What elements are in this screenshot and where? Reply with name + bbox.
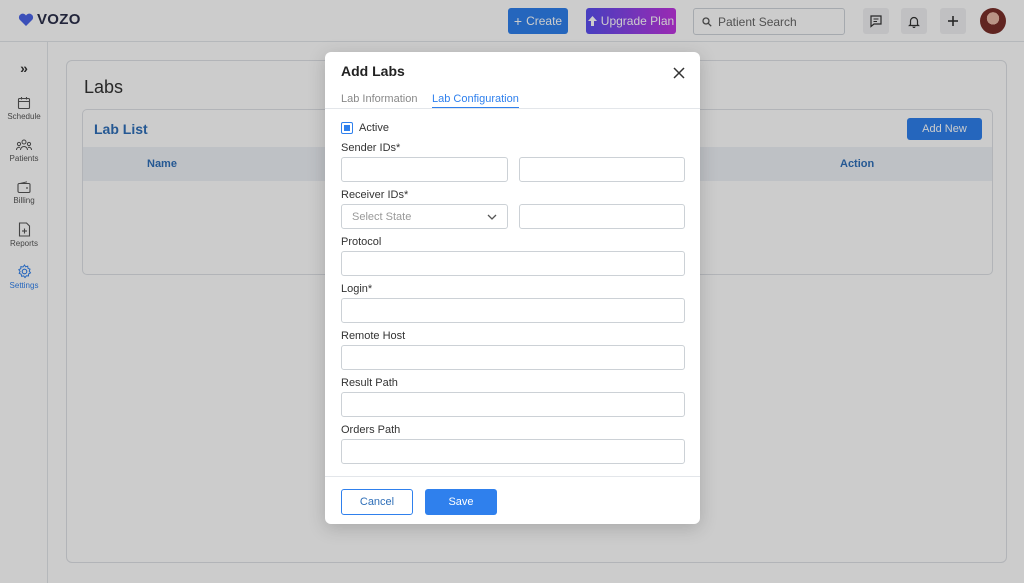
result-path-input[interactable] [341, 392, 685, 417]
modal-title: Add Labs [341, 63, 405, 79]
remote-host-label: Remote Host [341, 330, 406, 342]
result-path-label: Result Path [341, 377, 398, 389]
remote-host-input[interactable] [341, 345, 685, 370]
checkbox-check-icon [344, 125, 350, 131]
login-input[interactable] [341, 298, 685, 323]
sender-id-input-1[interactable] [341, 157, 508, 182]
cancel-button[interactable]: Cancel [341, 489, 413, 515]
sender-ids-label: Sender IDs* [341, 142, 401, 154]
receiver-ids-label: Receiver IDs* [341, 189, 409, 201]
protocol-label: Protocol [341, 236, 382, 248]
active-label: Active [359, 122, 389, 134]
orders-path-label: Orders Path [341, 424, 401, 436]
orders-path-input[interactable] [341, 439, 685, 464]
add-labs-modal: Add Labs Lab Information Lab Configurati… [325, 52, 700, 524]
protocol-input[interactable] [341, 251, 685, 276]
select-placeholder: Select State [352, 210, 412, 223]
receiver-id-input[interactable] [519, 204, 685, 229]
save-button[interactable]: Save [425, 489, 497, 515]
modal-tabs: Lab Information Lab Configuration [325, 92, 700, 109]
sender-id-input-2[interactable] [519, 157, 685, 182]
close-icon [673, 67, 685, 79]
modal-footer-divider [325, 476, 700, 477]
receiver-state-select[interactable]: Select State [341, 204, 508, 229]
chevron-down-icon [487, 214, 497, 220]
login-label: Login* [341, 283, 373, 295]
tab-lab-information[interactable]: Lab Information [341, 93, 417, 107]
tab-lab-configuration[interactable]: Lab Configuration [432, 93, 519, 108]
active-checkbox[interactable] [341, 122, 353, 134]
close-button[interactable] [669, 63, 689, 83]
active-checkbox-row[interactable]: Active [341, 122, 389, 134]
